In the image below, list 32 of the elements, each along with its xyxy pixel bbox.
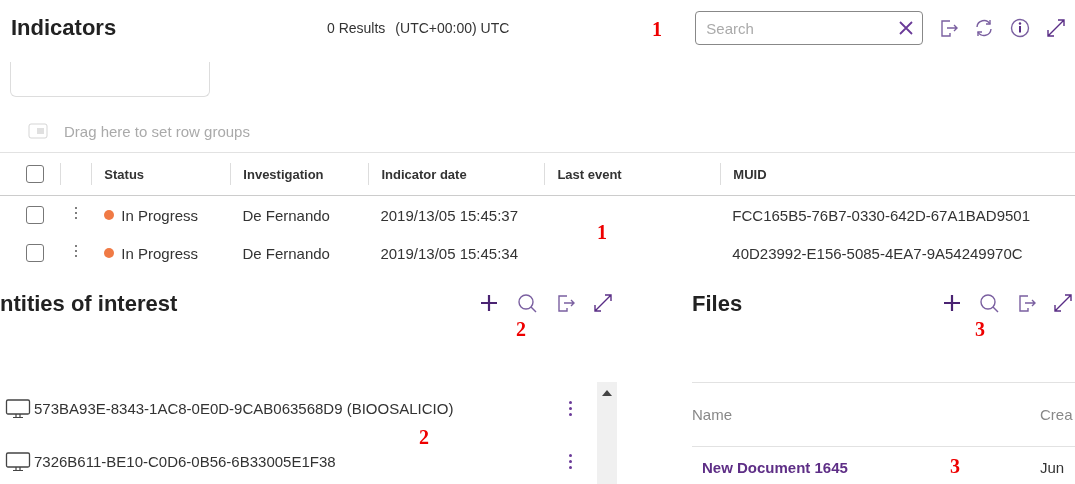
table-cell: De Fernando <box>242 206 330 224</box>
timezone-label: (UTC+00:00) UTC <box>395 20 510 36</box>
table-cell: Jun <box>1040 458 1065 476</box>
table-cell: In Progress <box>121 206 199 224</box>
panel-title: Files <box>692 291 743 317</box>
row-group-hint: Drag here to set row groups <box>64 122 250 140</box>
entity-label[interactable]: 573BA93E-8343-1AC8-0E0D-9CAB063568D9 (BIOOSALICIO) <box>34 400 566 417</box>
search-field[interactable]: Search <box>695 11 924 45</box>
panel-title: ntities of interest <box>0 291 178 317</box>
file-link[interactable]: New Document 1645 <box>702 458 848 476</box>
annotation-marker: 1 <box>652 18 662 41</box>
column-header[interactable]: Status <box>104 166 145 182</box>
column-header[interactable]: Name <box>692 406 1040 423</box>
annotation-marker: 3 <box>950 455 960 478</box>
table-cell: FCC165B5-76B7-0330-642D-67A1BAD9501 <box>732 206 1030 224</box>
column-header[interactable]: MUID <box>733 166 767 182</box>
column-header[interactable]: Indicator date <box>381 166 467 182</box>
table-cell: 2019/13/05 15:45:37 <box>380 206 519 224</box>
annotation-marker: 2 <box>419 426 429 449</box>
table-cell: 2019/13/05 15:45:34 <box>380 244 519 262</box>
results-count: 0 Results <box>327 20 386 36</box>
table-cell: In Progress <box>121 244 199 262</box>
table-cell: De Fernando <box>242 244 330 262</box>
column-header[interactable]: Crea <box>1040 406 1073 423</box>
section-title: Indicators <box>11 15 118 41</box>
entity-label[interactable]: 7326B611-BE10-C0D6-0B56-6B33005E1F38 <box>34 453 566 470</box>
annotation-marker: 2 <box>516 318 526 341</box>
annotation-marker: 1 <box>597 221 607 244</box>
column-header[interactable]: Investigation <box>243 166 324 182</box>
annotation-marker: 3 <box>975 318 985 341</box>
table-cell: 40D23992-E156-5085-4EA7-9A54249970C <box>732 244 1023 262</box>
column-header[interactable]: Last event <box>557 166 622 182</box>
